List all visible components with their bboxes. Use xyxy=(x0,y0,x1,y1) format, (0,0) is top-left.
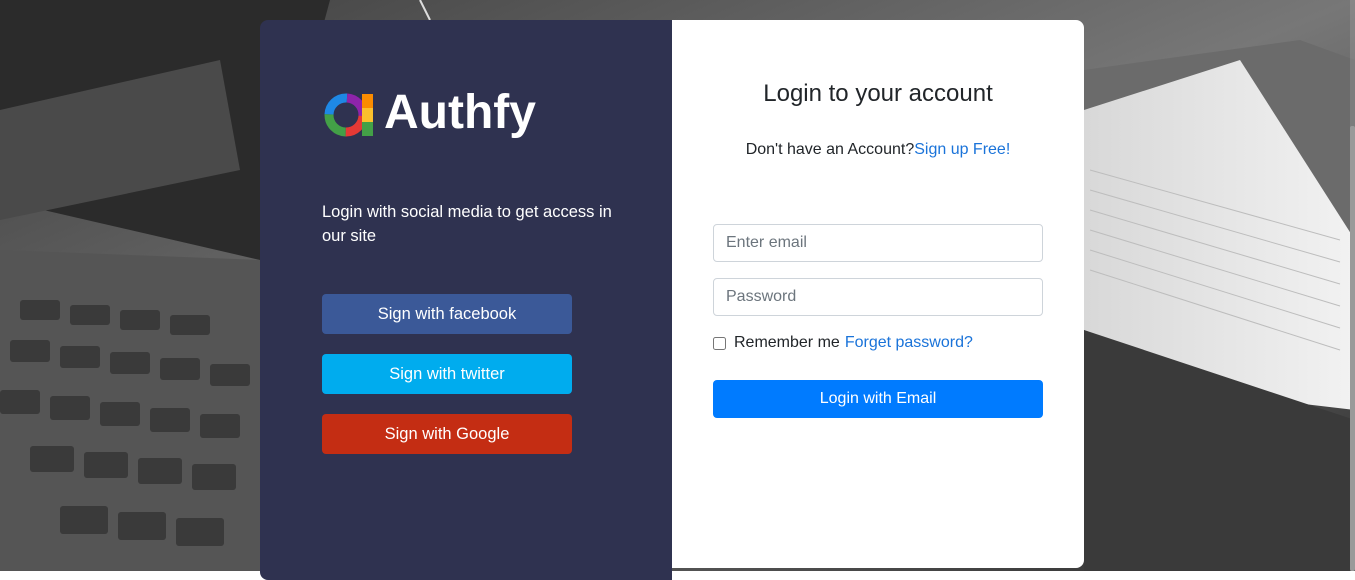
signup-prompt-line: Don't have an Account?Sign up Free! xyxy=(672,141,1084,159)
signup-prompt-text: Don't have an Account? xyxy=(745,141,915,158)
remember-me-checkbox[interactable] xyxy=(713,336,726,350)
sign-up-link[interactable]: Sign up Free! xyxy=(914,141,1010,158)
social-login-tagline: Login with social media to get access in… xyxy=(322,203,612,245)
login-with-email-button[interactable]: Login with Email xyxy=(713,380,1043,418)
sign-with-facebook-button[interactable]: Sign with facebook xyxy=(322,294,572,334)
forget-password-link[interactable]: Forget password? xyxy=(845,334,973,352)
email-field[interactable] xyxy=(713,224,1043,262)
sign-with-google-button[interactable]: Sign with Google xyxy=(322,414,572,454)
email-login-panel: Login to your account Don't have an Acco… xyxy=(672,20,1084,568)
remember-row: Remember me Forget password? xyxy=(713,334,973,352)
sign-with-twitter-button[interactable]: Sign with twitter xyxy=(322,354,572,394)
password-field[interactable] xyxy=(713,278,1043,316)
brand-name: Authfy xyxy=(384,86,536,139)
login-title: Login to your account xyxy=(763,80,993,107)
social-login-panel: Authfy Login with social media to get ac… xyxy=(260,20,672,580)
brand-logo[interactable]: Authfy xyxy=(324,86,536,140)
remember-me-label[interactable]: Remember me xyxy=(734,334,840,352)
page-scrollbar-thumb[interactable] xyxy=(1350,126,1355,571)
authfy-logo-icon xyxy=(324,93,373,137)
